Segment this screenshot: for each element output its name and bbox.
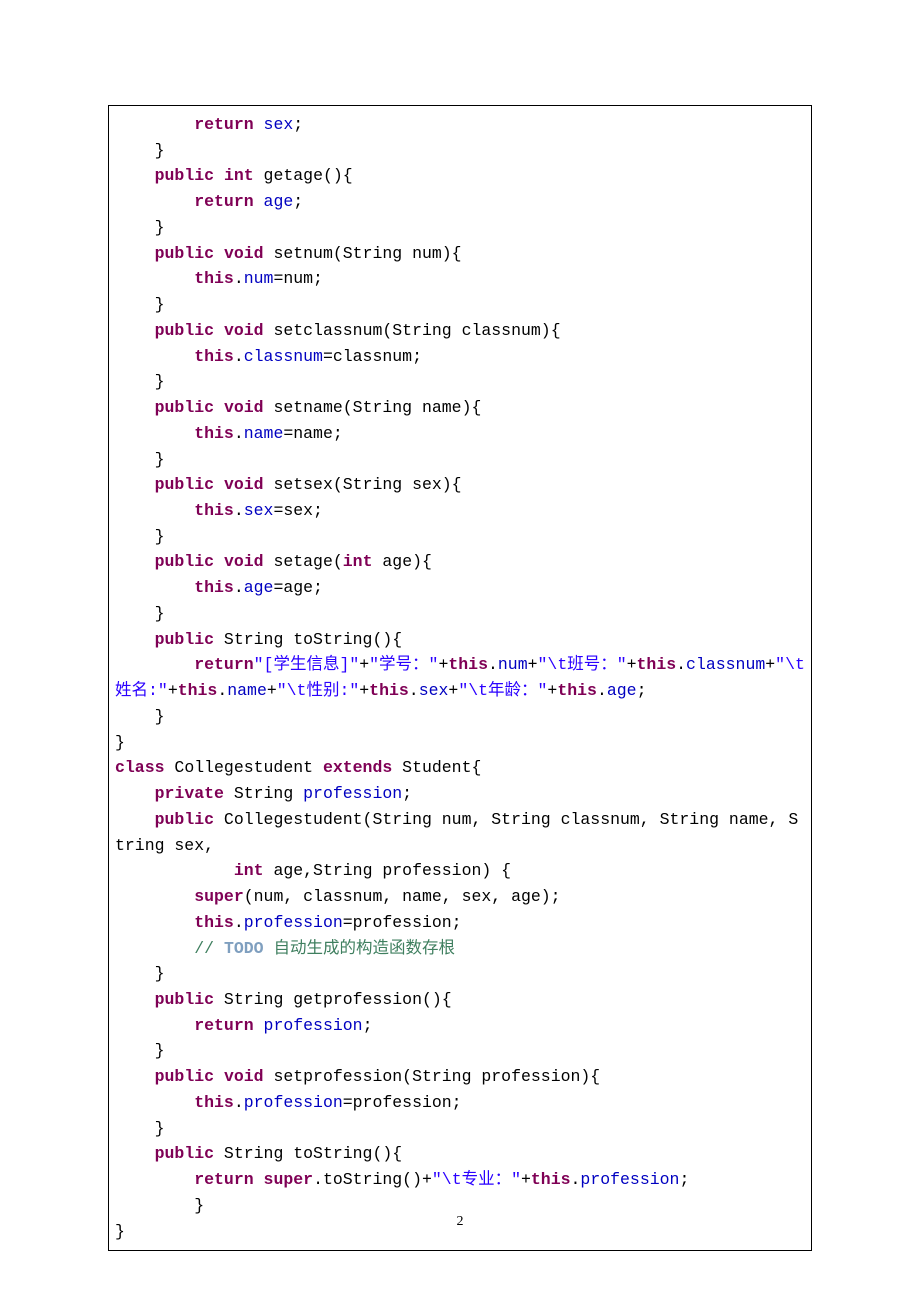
code-token: age — [244, 578, 274, 597]
code-token: age — [607, 681, 637, 700]
code-token: void — [224, 475, 264, 494]
code-token: profession — [264, 1016, 363, 1035]
code-token: "学号：" — [369, 655, 438, 674]
code-token: public — [155, 475, 214, 494]
code-token: "[学生信息]" — [254, 655, 360, 674]
code-token: age — [264, 192, 294, 211]
code-token: this — [194, 578, 234, 597]
code-token: profession — [244, 1093, 343, 1112]
document-page: return sex; } public int getage(){ retur… — [0, 0, 920, 1251]
code-token: super — [264, 1170, 314, 1189]
code-token: public — [155, 810, 214, 829]
code-token: extends — [323, 758, 392, 777]
code-token: return — [194, 655, 253, 674]
code-token: num — [244, 269, 274, 288]
code-token: "\t年龄：" — [458, 681, 547, 700]
code-token: classnum — [244, 347, 323, 366]
code-token: this — [637, 655, 677, 674]
code-token: profession — [244, 913, 343, 932]
code-token: public — [155, 990, 214, 1009]
code-token: int — [234, 861, 264, 880]
code-token: name — [244, 424, 284, 443]
code-token: sex — [264, 115, 294, 134]
code-token: sex — [419, 681, 449, 700]
code-token: sex — [244, 501, 274, 520]
code-token: name — [227, 681, 267, 700]
code-token: class — [115, 758, 165, 777]
code-token: void — [224, 552, 264, 571]
code-token: this — [557, 681, 597, 700]
code-token: 自动生成的构造函数存根 — [264, 939, 455, 958]
code-token: return — [194, 192, 253, 211]
code-content: return sex; } public int getage(){ retur… — [115, 112, 805, 1244]
code-token: num — [498, 655, 528, 674]
code-token: return — [194, 1170, 253, 1189]
code-token: public — [155, 166, 214, 185]
code-token: return — [194, 1016, 253, 1035]
code-token: // — [194, 939, 224, 958]
code-token: this — [448, 655, 488, 674]
code-token: int — [343, 552, 373, 571]
code-token: this — [178, 681, 218, 700]
code-token: void — [224, 398, 264, 417]
code-token: classnum — [686, 655, 765, 674]
code-token: this — [194, 269, 234, 288]
code-token: public — [155, 398, 214, 417]
code-token: this — [194, 424, 234, 443]
code-token: public — [155, 1067, 214, 1086]
code-token: void — [224, 321, 264, 340]
code-token: private — [155, 784, 224, 803]
code-token: this — [194, 1093, 234, 1112]
code-token: return — [194, 115, 253, 134]
code-token: this — [531, 1170, 571, 1189]
code-token: public — [155, 321, 214, 340]
code-token: void — [224, 244, 264, 263]
code-token: public — [155, 630, 214, 649]
code-token: profession — [303, 784, 402, 803]
page-number: 2 — [0, 1214, 920, 1230]
code-token: public — [155, 244, 214, 263]
code-token: void — [224, 1067, 264, 1086]
code-token: "\t性别:" — [277, 681, 360, 700]
code-block: return sex; } public int getage(){ retur… — [108, 105, 812, 1251]
code-token: super — [194, 887, 244, 906]
code-token: profession — [580, 1170, 679, 1189]
code-token: "\t班号：" — [538, 655, 627, 674]
code-token: "\t专业：" — [432, 1170, 521, 1189]
code-token: public — [155, 1144, 214, 1163]
code-token: this — [194, 347, 234, 366]
code-token: public — [155, 552, 214, 571]
code-token: this — [194, 501, 234, 520]
code-token: this — [194, 913, 234, 932]
code-token: TODO — [224, 939, 264, 958]
code-token: int — [224, 166, 254, 185]
code-token: this — [369, 681, 409, 700]
